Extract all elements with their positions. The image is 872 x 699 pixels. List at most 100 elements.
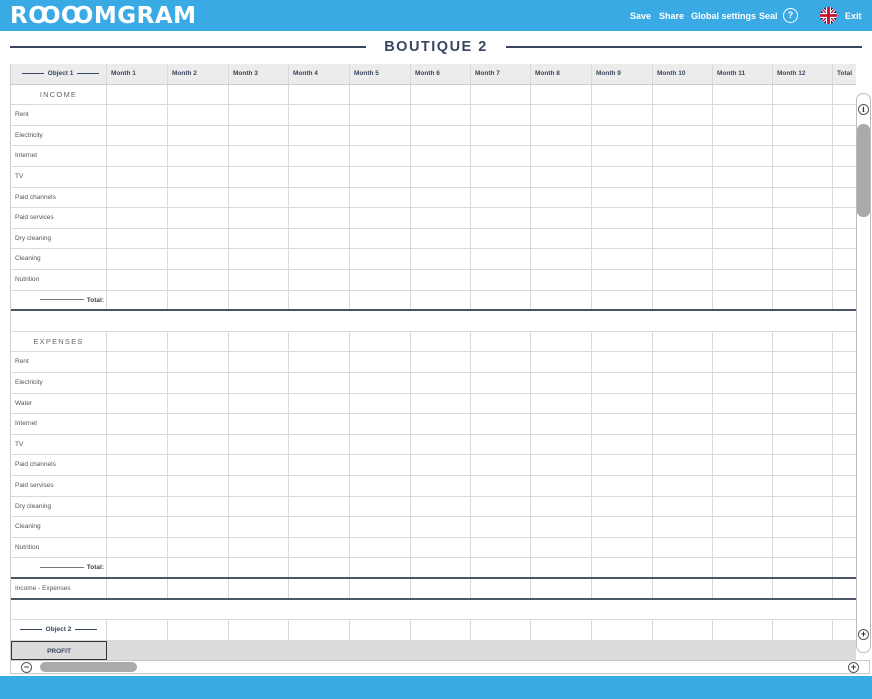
value-cell[interactable]: [471, 105, 531, 125]
value-cell[interactable]: [107, 228, 168, 249]
value-cell[interactable]: [471, 496, 531, 517]
value-cell[interactable]: [107, 84, 168, 105]
value-cell[interactable]: [107, 125, 168, 146]
value-cell[interactable]: [531, 517, 592, 537]
value-cell[interactable]: [350, 373, 411, 393]
value-cell[interactable]: [592, 228, 653, 249]
value-cell[interactable]: [592, 187, 653, 208]
value-cell[interactable]: [531, 146, 592, 166]
value-cell[interactable]: [350, 414, 411, 434]
value-cell[interactable]: [168, 208, 229, 228]
value-cell[interactable]: [289, 84, 350, 105]
global-settings-button[interactable]: Global settings: [691, 9, 756, 23]
value-cell[interactable]: [773, 373, 833, 393]
value-cell[interactable]: [592, 146, 653, 166]
value-cell[interactable]: [713, 620, 773, 640]
value-cell[interactable]: [592, 393, 653, 414]
value-cell[interactable]: [471, 270, 531, 290]
value-cell[interactable]: [350, 476, 411, 496]
value-cell[interactable]: [107, 249, 168, 269]
value-cell[interactable]: [592, 496, 653, 517]
value-cell[interactable]: [471, 146, 531, 166]
value-cell[interactable]: [107, 146, 168, 166]
value-cell[interactable]: [531, 125, 592, 146]
value-cell[interactable]: [653, 208, 713, 228]
value-cell[interactable]: [229, 290, 289, 310]
info-icon[interactable]: i: [858, 104, 869, 115]
value-cell[interactable]: [653, 373, 713, 393]
value-cell[interactable]: [107, 476, 168, 496]
value-cell[interactable]: [350, 208, 411, 228]
value-cell[interactable]: [531, 208, 592, 228]
value-cell[interactable]: [350, 620, 411, 640]
value-cell[interactable]: [411, 373, 471, 393]
horizontal-scroll-thumb[interactable]: [40, 662, 137, 672]
value-cell[interactable]: [833, 352, 856, 372]
value-cell[interactable]: [229, 476, 289, 496]
value-cell[interactable]: [229, 537, 289, 558]
value-cell[interactable]: [833, 641, 856, 661]
value-cell[interactable]: [168, 537, 229, 558]
value-cell[interactable]: [773, 579, 833, 598]
value-cell[interactable]: [592, 270, 653, 290]
value-cell[interactable]: [713, 167, 773, 187]
value-cell[interactable]: [411, 640, 471, 661]
value-cell[interactable]: [168, 620, 229, 640]
value-cell[interactable]: [653, 393, 713, 414]
value-cell[interactable]: [653, 84, 713, 105]
value-cell[interactable]: [773, 496, 833, 517]
value-cell[interactable]: [773, 270, 833, 290]
value-cell[interactable]: [653, 228, 713, 249]
value-cell[interactable]: [107, 434, 168, 455]
value-cell[interactable]: [833, 373, 856, 393]
value-cell[interactable]: [107, 331, 168, 352]
value-cell[interactable]: [471, 537, 531, 558]
value-cell[interactable]: [592, 434, 653, 455]
value-cell[interactable]: [471, 290, 531, 310]
value-cell[interactable]: [229, 331, 289, 352]
value-cell[interactable]: [168, 84, 229, 105]
value-cell[interactable]: [289, 455, 350, 475]
value-cell[interactable]: [833, 229, 856, 249]
value-cell[interactable]: [229, 434, 289, 455]
value-cell[interactable]: [411, 579, 471, 598]
value-cell[interactable]: [350, 517, 411, 537]
value-cell[interactable]: [713, 476, 773, 496]
value-cell[interactable]: [531, 579, 592, 598]
value-cell[interactable]: [531, 228, 592, 249]
value-cell[interactable]: [471, 579, 531, 598]
value-cell[interactable]: [653, 125, 713, 146]
value-cell[interactable]: [833, 105, 856, 125]
value-cell[interactable]: [531, 249, 592, 269]
value-cell[interactable]: [107, 537, 168, 558]
value-cell[interactable]: [229, 270, 289, 290]
value-cell[interactable]: [592, 620, 653, 640]
value-cell[interactable]: [531, 455, 592, 475]
value-cell[interactable]: [531, 84, 592, 105]
value-cell[interactable]: [411, 167, 471, 187]
value-cell[interactable]: [531, 414, 592, 434]
value-cell[interactable]: [350, 558, 411, 577]
value-cell[interactable]: [773, 517, 833, 537]
value-cell[interactable]: [411, 393, 471, 414]
value-cell[interactable]: [168, 496, 229, 517]
value-cell[interactable]: [107, 187, 168, 208]
value-cell[interactable]: [653, 249, 713, 269]
value-cell[interactable]: [168, 125, 229, 146]
value-cell[interactable]: [289, 270, 350, 290]
value-cell[interactable]: [229, 455, 289, 475]
value-cell[interactable]: [229, 496, 289, 517]
value-cell[interactable]: [653, 352, 713, 372]
value-cell[interactable]: [411, 352, 471, 372]
value-cell[interactable]: [168, 373, 229, 393]
value-cell[interactable]: [531, 270, 592, 290]
value-cell[interactable]: [833, 414, 856, 434]
value-cell[interactable]: [411, 537, 471, 558]
value-cell[interactable]: [592, 167, 653, 187]
value-cell[interactable]: [773, 620, 833, 640]
value-cell[interactable]: [713, 146, 773, 166]
value-cell[interactable]: [773, 146, 833, 166]
value-cell[interactable]: [833, 332, 856, 352]
value-cell[interactable]: [713, 228, 773, 249]
value-cell[interactable]: [471, 187, 531, 208]
